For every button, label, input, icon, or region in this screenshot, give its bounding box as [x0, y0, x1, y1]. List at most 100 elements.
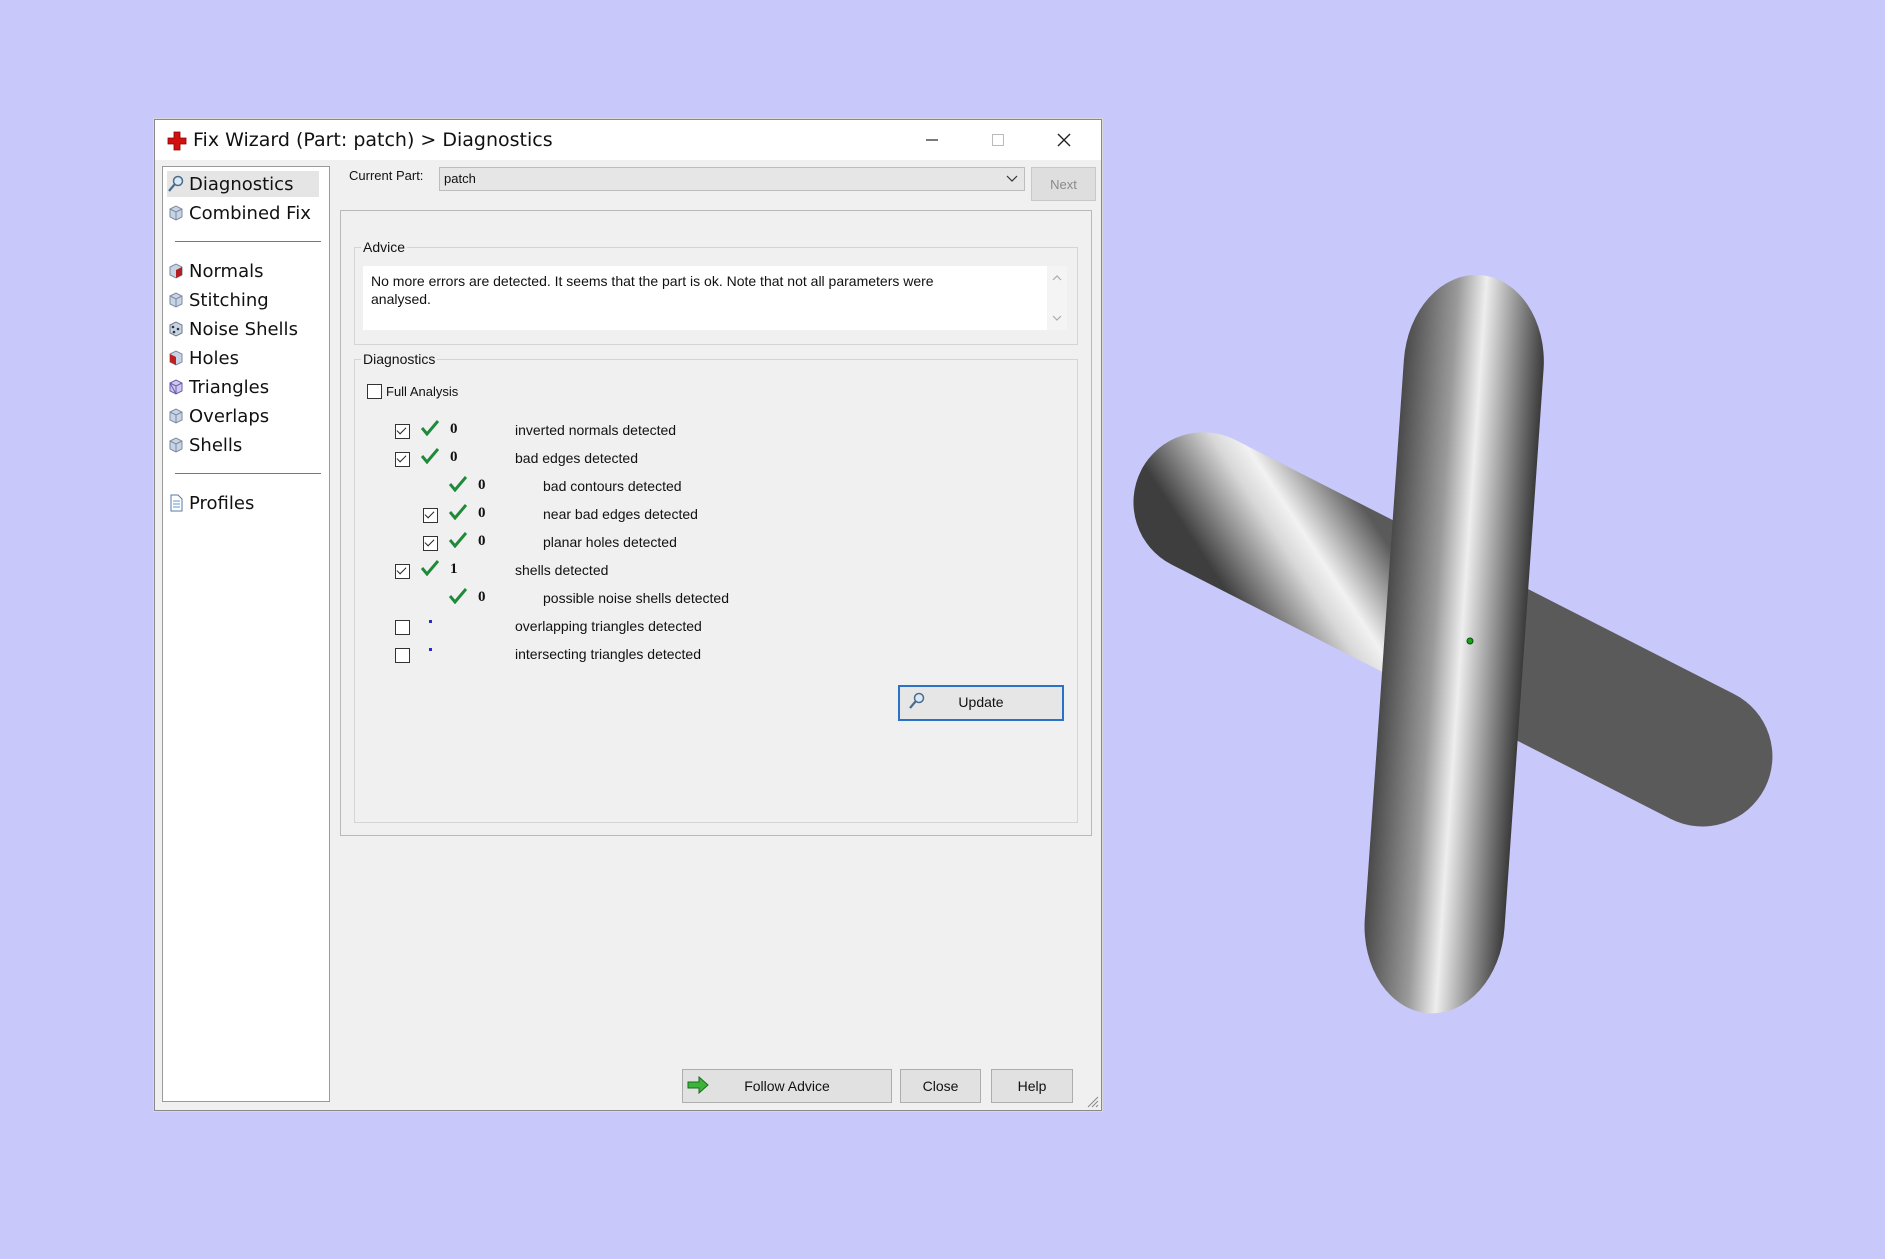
maximize-icon: [992, 134, 1004, 146]
green-check-icon: [449, 532, 467, 548]
row-checkbox[interactable]: [423, 536, 438, 551]
row-label: inverted normals detected: [515, 422, 677, 438]
current-part-value: patch: [444, 171, 476, 186]
green-check-icon: [449, 504, 467, 520]
advice-text: No more errors are detected. It seems th…: [371, 273, 934, 307]
sidebar-item-diagnostics[interactable]: Diagnostics: [167, 171, 319, 197]
scroll-down-icon[interactable]: [1052, 314, 1062, 322]
green-arrow-icon: [687, 1076, 709, 1094]
sidebar-item-label: Triangles: [189, 376, 270, 398]
triangles-cube-icon: [169, 379, 183, 395]
sidebar-item-stitching[interactable]: Stitching: [167, 287, 269, 313]
row-count: 0: [450, 421, 458, 437]
row-count: 0: [450, 449, 458, 465]
diagnostics-group: Diagnostics Full Analysis 0 inverted nor…: [354, 351, 1078, 823]
sidebar-item-triangles[interactable]: Triangles: [167, 374, 269, 400]
row-label: shells detected: [515, 562, 609, 578]
row-checkbox[interactable]: [395, 452, 410, 467]
title-bar: Fix Wizard (Part: patch) > Diagnostics: [155, 120, 1101, 160]
row-label: near bad edges detected: [543, 506, 698, 522]
holes-cube-icon: [169, 350, 183, 366]
row-count: 0: [478, 505, 486, 521]
advice-group: Advice No more errors are detected. It s…: [354, 239, 1078, 345]
sidebar-item-noise-shells[interactable]: Noise Shells: [167, 316, 298, 342]
sidebar-item-normals[interactable]: Normals: [167, 258, 264, 284]
row-checkbox[interactable]: [395, 424, 410, 439]
shells-cube-icon: [169, 437, 183, 453]
sidebar-divider: [175, 473, 321, 474]
sidebar-item-label: Holes: [189, 347, 240, 369]
sidebar-item-profiles[interactable]: Profiles: [167, 490, 254, 516]
close-button[interactable]: Close: [900, 1069, 981, 1103]
window-title: Fix Wizard (Part: patch) > Diagnostics: [193, 129, 553, 151]
resize-grip-icon[interactable]: [1085, 1094, 1099, 1108]
stitching-cube-icon: [169, 292, 183, 308]
row-label: bad contours detected: [543, 478, 682, 494]
sidebar-item-label: Noise Shells: [189, 318, 298, 340]
sidebar-item-label: Profiles: [189, 492, 255, 514]
follow-advice-button[interactable]: Follow Advice: [682, 1069, 892, 1103]
row-checkbox[interactable]: [395, 620, 410, 635]
magnifier-icon: [168, 175, 184, 192]
pending-dot-icon: [429, 620, 432, 623]
row-checkbox[interactable]: [423, 508, 438, 523]
sidebar-item-label: Combined Fix: [189, 202, 311, 224]
row-label: planar holes detected: [543, 534, 677, 550]
fix-wizard-sidebar: Diagnostics Combined Fix Normals Stitchi…: [162, 166, 330, 1102]
close-window-button[interactable]: [1031, 120, 1097, 160]
green-check-icon: [449, 588, 467, 604]
diagnostics-panel: Advice No more errors are detected. It s…: [340, 210, 1092, 836]
next-button[interactable]: Next: [1031, 167, 1096, 201]
sidebar-item-label: Normals: [189, 260, 264, 282]
diagnostics-group-label: Diagnostics: [361, 351, 438, 367]
follow-advice-label: Follow Advice: [744, 1078, 830, 1094]
green-check-icon: [421, 420, 439, 436]
red-cross-icon: [167, 131, 187, 151]
noise-shells-icon: [169, 321, 183, 337]
sidebar-item-label: Diagnostics: [189, 173, 294, 195]
minimize-button[interactable]: [899, 120, 965, 160]
update-label: Update: [958, 694, 1004, 710]
current-part-dropdown[interactable]: patch: [439, 167, 1025, 191]
green-check-icon: [421, 448, 439, 464]
row-checkbox[interactable]: [395, 564, 410, 579]
advice-scrollbar[interactable]: [1047, 266, 1067, 330]
full-analysis-checkbox[interactable]: [367, 384, 382, 399]
sidebar-item-label: Shells: [189, 434, 243, 456]
help-button[interactable]: Help: [991, 1069, 1073, 1103]
chevron-down-icon: [1006, 175, 1018, 182]
overlaps-cube-icon: [169, 408, 183, 424]
sidebar-divider: [175, 241, 321, 242]
sidebar-item-combined-fix[interactable]: Combined Fix: [167, 200, 311, 226]
row-count: 0: [478, 533, 486, 549]
row-count: 0: [478, 477, 486, 493]
green-check-icon: [421, 560, 439, 576]
current-part-label: Current Part:: [349, 168, 424, 183]
3d-model[interactable]: [1120, 260, 1820, 1040]
minimize-icon: [926, 139, 938, 141]
cube-icon: [169, 205, 183, 221]
row-label: possible noise shells detected: [543, 590, 730, 606]
maximize-button[interactable]: [965, 120, 1031, 160]
fix-wizard-dialog: Fix Wizard (Part: patch) > Diagnostics D…: [154, 119, 1102, 1111]
green-check-icon: [449, 476, 467, 492]
sidebar-item-holes[interactable]: Holes: [167, 345, 239, 371]
pending-dot-icon: [429, 648, 432, 651]
row-count: 1: [450, 561, 458, 577]
row-label: bad edges detected: [515, 450, 638, 466]
update-button[interactable]: Update: [898, 685, 1064, 721]
sidebar-item-shells[interactable]: Shells: [167, 432, 242, 458]
sidebar-item-label: Stitching: [189, 289, 269, 311]
scroll-up-icon[interactable]: [1052, 274, 1062, 282]
advice-textbox[interactable]: No more errors are detected. It seems th…: [363, 266, 1067, 330]
sidebar-item-overlaps[interactable]: Overlaps: [167, 403, 269, 429]
row-label: overlapping triangles detected: [515, 618, 702, 634]
advice-group-label: Advice: [361, 239, 408, 255]
row-count: 0: [478, 589, 486, 605]
close-icon: [1057, 133, 1071, 147]
sidebar-item-label: Overlaps: [189, 405, 270, 427]
row-checkbox[interactable]: [395, 648, 410, 663]
normals-cube-icon: [169, 263, 183, 279]
full-analysis-label: Full Analysis: [386, 384, 459, 399]
row-label: intersecting triangles detected: [515, 646, 701, 662]
